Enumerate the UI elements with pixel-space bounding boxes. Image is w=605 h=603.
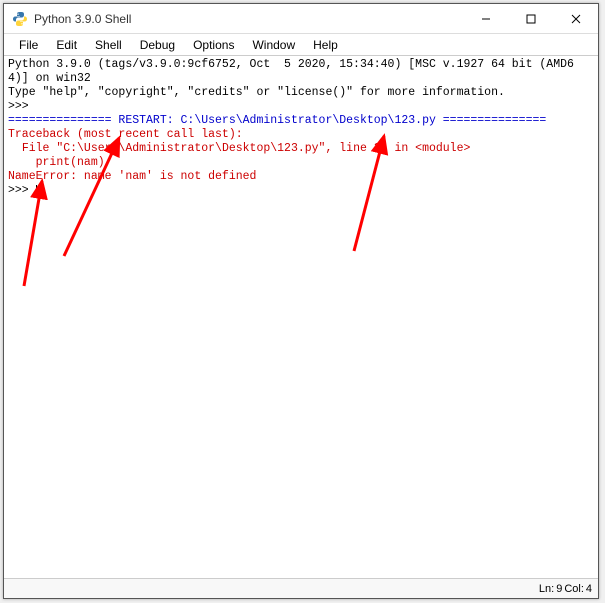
menu-file[interactable]: File [10, 36, 47, 54]
window-title: Python 3.9.0 Shell [34, 12, 463, 26]
banner-line-2: Type "help", "copyright", "credits" or "… [8, 86, 505, 99]
col-number: 4 [586, 583, 592, 595]
window-controls [463, 4, 598, 33]
banner-line-1: Python 3.9.0 (tags/v3.9.0:9cf6752, Oct 5… [8, 58, 574, 85]
line-number: 9 [556, 583, 562, 595]
idle-shell-window: Python 3.9.0 Shell File Edit Shell Debug… [3, 3, 599, 599]
maximize-button[interactable] [508, 4, 553, 33]
menu-help[interactable]: Help [304, 36, 347, 54]
traceback-error: NameError: name 'nam' is not defined [8, 170, 256, 183]
line-label: Ln: [539, 583, 554, 595]
traceback-file: File "C:\Users\Administrator\Desktop\123… [8, 142, 470, 155]
restart-line: =============== RESTART: C:\Users\Admini… [8, 114, 546, 127]
close-button[interactable] [553, 4, 598, 33]
menubar: File Edit Shell Debug Options Window Hel… [4, 34, 598, 56]
shell-output[interactable]: Python 3.9.0 (tags/v3.9.0:9cf6752, Oct 5… [4, 56, 598, 578]
menu-debug[interactable]: Debug [131, 36, 184, 54]
statusbar: Ln: 9 Col: 4 [4, 578, 598, 598]
text-cursor [36, 185, 37, 197]
menu-window[interactable]: Window [243, 36, 304, 54]
python-icon [12, 11, 28, 27]
prompt: >>> [8, 100, 36, 113]
prompt: >>> [8, 184, 36, 197]
titlebar: Python 3.9.0 Shell [4, 4, 598, 34]
traceback-code: print(nam) [8, 156, 105, 169]
traceback-header: Traceback (most recent call last): [8, 128, 243, 141]
menu-edit[interactable]: Edit [47, 36, 86, 54]
minimize-button[interactable] [463, 4, 508, 33]
menu-options[interactable]: Options [184, 36, 243, 54]
col-label: Col: [564, 583, 584, 595]
menu-shell[interactable]: Shell [86, 36, 131, 54]
